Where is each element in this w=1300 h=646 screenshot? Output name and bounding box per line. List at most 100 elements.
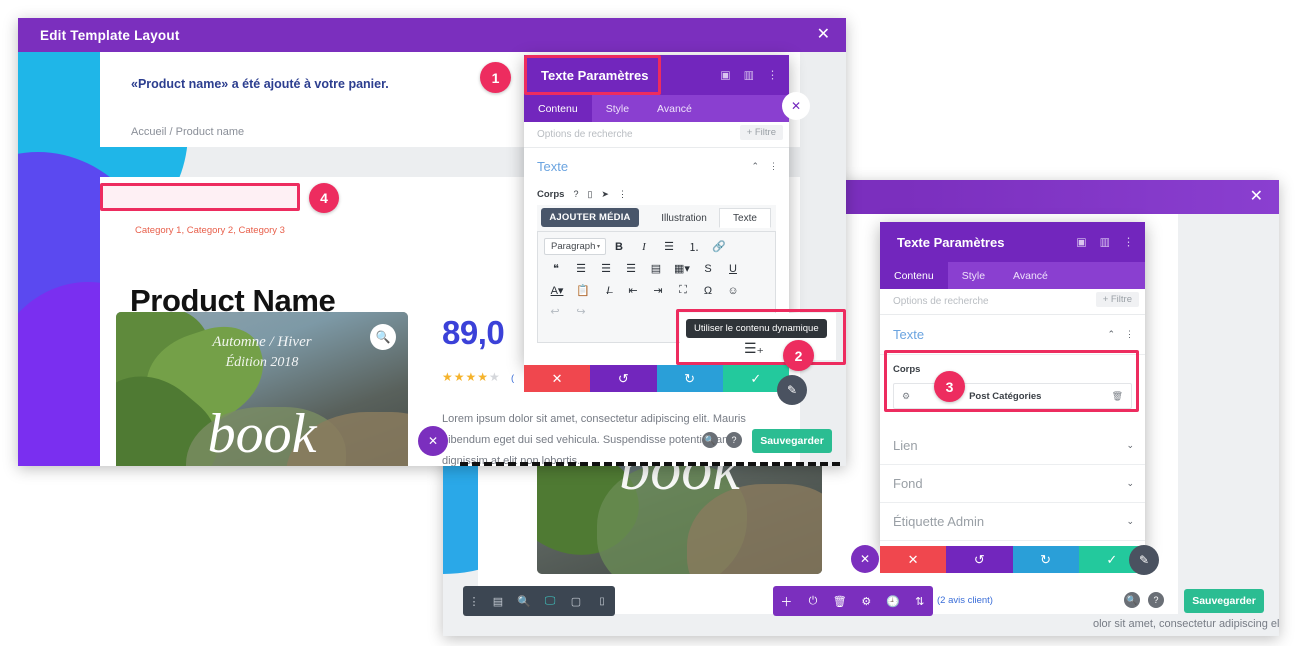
question-help-icon[interactable]: ?: [726, 432, 742, 448]
window-1-save-button[interactable]: Sauvegarder: [752, 429, 832, 453]
responsive-preview-icon[interactable]: ▣: [1076, 236, 1086, 249]
layout-columns-icon[interactable]: ▥: [744, 69, 754, 82]
grid-layout-icon[interactable]: ▤: [485, 586, 511, 616]
tab-style[interactable]: Style: [592, 95, 643, 122]
tab-illustration[interactable]: Illustration: [653, 208, 715, 228]
undo-button[interactable]: ↺: [946, 546, 1013, 573]
bold-icon[interactable]: B: [607, 237, 631, 256]
tab-style[interactable]: Style: [948, 262, 999, 289]
settings-right-close-icon[interactable]: ✕: [851, 545, 879, 573]
redo-button[interactable]: ↻: [1012, 546, 1079, 573]
add-media-button[interactable]: AJOUTER MÉDIA: [541, 208, 639, 227]
fullscreen-icon[interactable]: ⛶: [671, 281, 695, 300]
paste-text-icon[interactable]: 📋: [571, 281, 595, 300]
magnifier-icon[interactable]: 🔍: [511, 586, 537, 616]
bullet-list-icon[interactable]: ☰: [657, 237, 681, 256]
indent-icon[interactable]: ⇥: [646, 281, 670, 300]
table-icon[interactable]: ▦▾: [669, 259, 695, 278]
gear-icon[interactable]: ⚙: [853, 586, 880, 616]
magnifier-icon[interactable]: 🔍: [370, 324, 396, 350]
kebab-menu-icon[interactable]: ⋮: [769, 161, 778, 172]
accordion-etiquette-admin[interactable]: Étiquette Admin ⌄: [880, 503, 1145, 541]
close-icon[interactable]: ✕: [1250, 189, 1263, 205]
window-2-responsive-toolbar[interactable]: ⋮ ▤ 🔍 🖵 ▢ ▯: [463, 586, 615, 616]
outdent-icon[interactable]: ⇤: [621, 281, 645, 300]
accordion-fond[interactable]: Fond ⌄: [880, 465, 1145, 503]
trash-icon[interactable]: 🗑: [826, 586, 853, 616]
tab-avance[interactable]: Avancé: [999, 262, 1062, 289]
justify-icon[interactable]: ▤: [644, 259, 668, 278]
settings-left-tabs[interactable]: Contenu Style Avancé: [524, 95, 789, 122]
pencil-icon[interactable]: ✎: [777, 375, 807, 405]
cursor-icon[interactable]: ➤: [601, 189, 609, 200]
move-icon[interactable]: ⇅: [906, 586, 933, 616]
search-input[interactable]: Options de recherche: [524, 129, 633, 140]
tab-contenu[interactable]: Contenu: [880, 262, 948, 289]
history-icon[interactable]: 🕘: [880, 586, 907, 616]
text-color-icon[interactable]: A▾: [544, 281, 570, 300]
tab-avance[interactable]: Avancé: [643, 95, 706, 122]
cancel-button[interactable]: ✕: [880, 546, 947, 573]
filter-button[interactable]: + Filtre: [739, 125, 783, 140]
tab-contenu[interactable]: Contenu: [524, 95, 592, 122]
blockquote-icon[interactable]: ❝: [544, 259, 568, 278]
tablet-icon[interactable]: ▢: [563, 586, 589, 616]
redo-button[interactable]: ↻: [656, 365, 723, 392]
settings-left-actions[interactable]: ✕ ↺ ↻ ✓: [524, 365, 789, 392]
question-icon[interactable]: ?: [573, 189, 578, 199]
chevron-down-icon[interactable]: ⌄: [1126, 516, 1134, 527]
kebab-menu-icon[interactable]: ⋮: [618, 189, 627, 200]
cancel-button[interactable]: ✕: [524, 365, 591, 392]
settings-right-actions[interactable]: ✕ ↺ ↻ ✓: [880, 546, 1145, 573]
section-texte-left[interactable]: Texte ⌃ ⋮: [524, 148, 789, 185]
window-2-review-link[interactable]: (2 avis client): [937, 595, 993, 606]
chevron-up-icon[interactable]: ⌃: [1107, 329, 1115, 340]
search-help-icon[interactable]: 🔍: [1124, 592, 1140, 608]
accordion-lien[interactable]: Lien ⌄: [880, 427, 1145, 465]
chevron-down-icon[interactable]: ⌄: [1126, 478, 1134, 489]
pencil-icon[interactable]: ✎: [1129, 545, 1159, 575]
search-help-icon[interactable]: 🔍: [702, 432, 718, 448]
desktop-icon[interactable]: 🖵: [537, 586, 563, 616]
settings-right-search[interactable]: Options de recherche + Filtre: [880, 289, 1145, 315]
responsive-preview-icon[interactable]: ▣: [720, 69, 730, 82]
italic-icon[interactable]: I: [632, 237, 656, 256]
redo-icon[interactable]: ↪: [570, 302, 592, 321]
layout-columns-icon[interactable]: ▥: [1100, 236, 1110, 249]
phone-icon[interactable]: ▯: [587, 189, 592, 200]
settings-left-search[interactable]: Options de recherche + Filtre: [524, 122, 789, 148]
close-icon[interactable]: ✕: [817, 27, 830, 43]
settings-left-close-icon[interactable]: ✕: [782, 92, 810, 120]
special-char-icon[interactable]: Ω: [696, 281, 720, 300]
numbered-list-icon[interactable]: ⒈: [682, 237, 706, 256]
tab-texte[interactable]: Texte: [719, 208, 771, 228]
window-2-module-toolbar[interactable]: ＋ ⏻ 🗑 ⚙ 🕘 ⇅: [773, 586, 933, 616]
power-icon[interactable]: ⏻: [800, 586, 827, 616]
window-1-review-link[interactable]: (: [511, 373, 514, 384]
align-left-icon[interactable]: ☰: [569, 259, 593, 278]
phone-icon[interactable]: ▯: [589, 586, 615, 616]
link-icon[interactable]: 🔗: [707, 237, 731, 256]
strikethrough-icon[interactable]: S: [696, 259, 720, 278]
align-right-icon[interactable]: ☰: [619, 259, 643, 278]
emoji-icon[interactable]: ☺: [721, 281, 745, 300]
undo-button[interactable]: ↺: [590, 365, 657, 392]
align-center-icon[interactable]: ☰: [594, 259, 618, 278]
clear-format-icon[interactable]: I̶: [596, 281, 620, 300]
plus-icon[interactable]: ＋: [773, 586, 800, 616]
search-input[interactable]: Options de recherche: [880, 296, 989, 307]
chevron-down-icon[interactable]: ⌄: [1126, 440, 1134, 451]
kebab-menu-icon[interactable]: ⋮: [1123, 236, 1134, 249]
module-close-icon[interactable]: ✕: [418, 426, 448, 456]
window-2-save-button[interactable]: Sauvegarder: [1184, 589, 1264, 613]
undo-icon[interactable]: ↩: [544, 302, 566, 321]
settings-right-tabs[interactable]: Contenu Style Avancé: [880, 262, 1145, 289]
format-select[interactable]: Paragraph ▾: [544, 238, 606, 255]
product-categories[interactable]: Category 1, Category 2, Category 3: [135, 225, 285, 236]
question-help-icon[interactable]: ?: [1148, 592, 1164, 608]
kebab-menu-icon[interactable]: ⋮: [767, 69, 778, 82]
section-texte-right[interactable]: Texte ⌃ ⋮: [880, 315, 1145, 355]
kebab-menu-icon[interactable]: ⋮: [1125, 329, 1134, 340]
kebab-menu-icon[interactable]: ⋮: [463, 586, 485, 616]
underline-icon[interactable]: U: [721, 259, 745, 278]
